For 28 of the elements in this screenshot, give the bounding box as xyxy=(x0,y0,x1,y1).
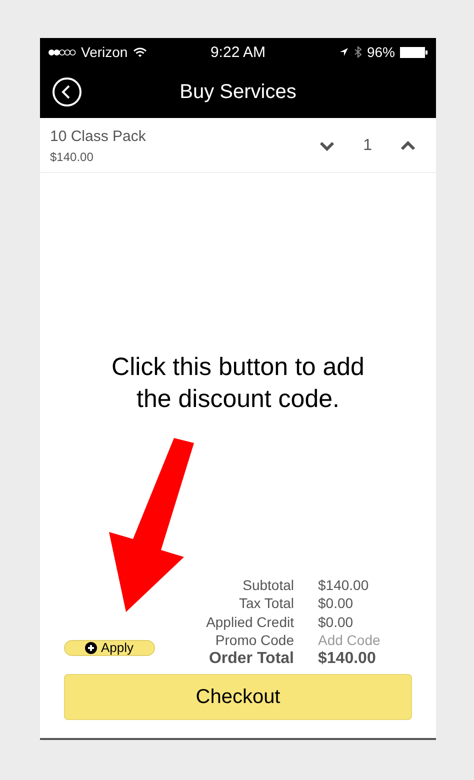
total-label: Applied Credit xyxy=(206,612,294,631)
decrease-button[interactable] xyxy=(319,141,336,151)
back-button[interactable] xyxy=(52,77,82,107)
battery-percent: 96% xyxy=(366,44,395,60)
status-time: 9:22 AM xyxy=(210,44,266,60)
plus-icon xyxy=(85,642,97,654)
signal-icon xyxy=(48,48,76,56)
quantity-value: 1 xyxy=(363,137,372,155)
increase-button[interactable] xyxy=(400,141,416,151)
checkout-button[interactable]: Checkout xyxy=(64,674,412,720)
bluetooth-icon xyxy=(354,46,362,58)
total-value: $140.00 xyxy=(318,576,370,594)
wifi-icon xyxy=(132,46,147,58)
total-label: Promo Code xyxy=(214,631,294,650)
carrier-name: Verizon xyxy=(81,44,128,60)
location-icon xyxy=(338,47,349,57)
battery-icon xyxy=(400,46,428,58)
total-label: Order Total xyxy=(208,650,294,668)
total-value: $140.00 xyxy=(318,650,377,668)
total-label: Subtotal xyxy=(242,576,294,594)
apply-button[interactable]: Apply xyxy=(64,640,155,656)
page-title: Buy Services xyxy=(180,80,296,104)
total-value: $0.00 xyxy=(318,594,354,612)
total-label: Tax Total xyxy=(238,594,294,612)
total-value: $0.00 xyxy=(318,612,354,631)
service-price: $140.00 xyxy=(50,150,94,164)
service-name: 10 Class Pack xyxy=(50,128,146,145)
annotation-text: Click this button to add the discount code. xyxy=(110,352,366,415)
